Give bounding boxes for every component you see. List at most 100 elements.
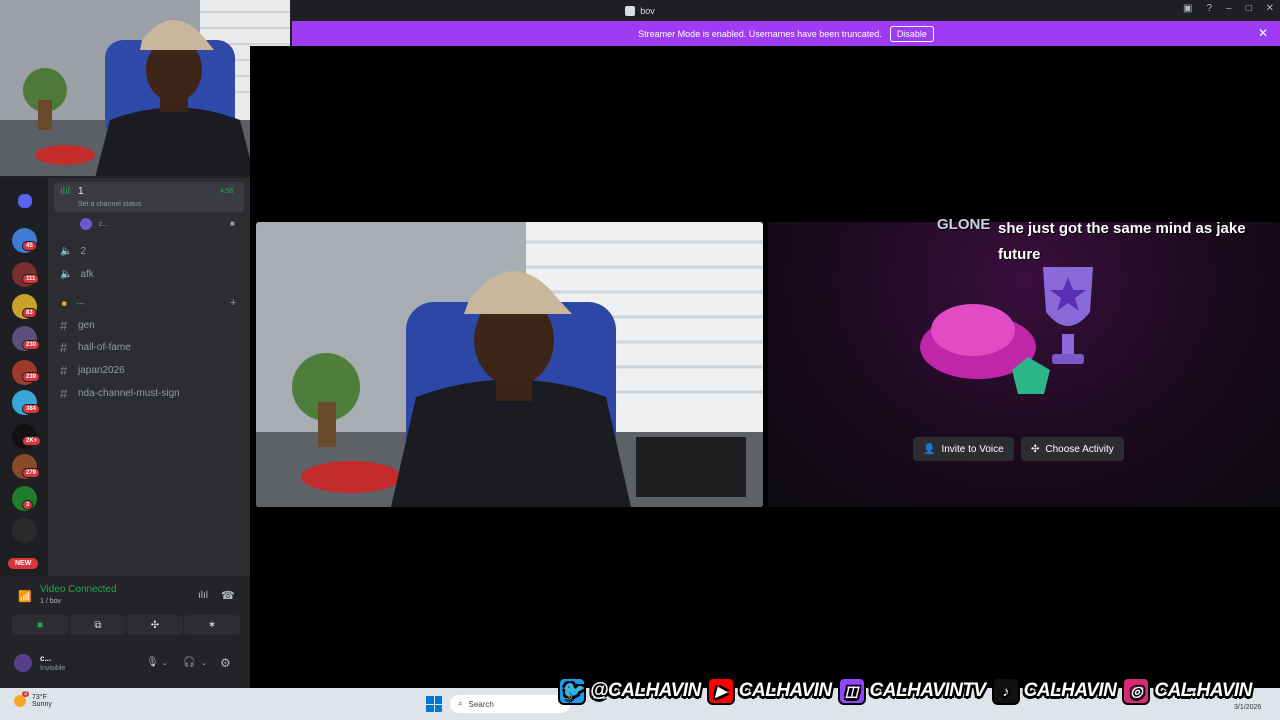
windows-start-icon[interactable] [426,696,442,712]
soundboard-button[interactable]: ✶ [184,615,240,635]
category-label: --- [76,299,85,308]
server-icon[interactable] [12,518,37,543]
social-handle: ▶ CALHAVIN [706,677,832,705]
app-icon [625,5,636,16]
hash-icon: # [60,318,68,333]
server-badge: 230 [22,340,41,350]
invite-to-voice-button[interactable]: 👤 Invite to Voice [913,437,1014,461]
banner-text: Streamer Mode is enabled. Usernames have… [638,28,882,39]
hash-icon: # [60,363,68,378]
help-icon[interactable]: ? [1206,3,1212,14]
signal-icon[interactable]: 📶 [18,590,32,603]
voice-channel-2[interactable]: 🔈 2 [60,246,86,257]
server-badge: 83 [22,308,37,318]
activities-button[interactable]: ✣ [127,615,183,635]
voice-member-name[interactable]: c... [99,221,108,228]
video-feed-scene [256,222,763,507]
user-status: Invisible [40,665,66,672]
video-tile[interactable] [256,222,763,507]
voice-active-icon: ılıl [60,186,70,197]
dm-icon[interactable] [18,194,32,208]
microphone-icon[interactable]: 🎙 [146,657,159,668]
camera-icon: ■ [230,219,235,228]
social-handle-text: CALHAVIN [1023,680,1117,701]
minimize-button[interactable]: – [1226,3,1232,14]
weather-widget[interactable]: 2 73°F Sunny [14,691,52,708]
text-channel[interactable]: # hall-of-fame [60,340,131,355]
channel-name: gen [78,320,95,331]
user-avatar[interactable] [14,654,32,672]
streamer-mode-banner: Streamer Mode is enabled. Usernames have… [292,21,1280,46]
speaker-icon: 🔈 [60,246,73,257]
text-channel[interactable]: # nda-channel-must-sign [60,386,180,401]
chat-message: she just got the same mind as jake futur… [998,220,1246,263]
channel-name: hall-of-fame [78,342,131,353]
weather-badge: 2 [22,691,30,697]
voice-channel-label: 2 [80,246,87,257]
activity-icon: ✣ [1031,443,1040,455]
server-badge: 279 [22,468,41,478]
avatar[interactable] [80,218,92,230]
headphones-icon[interactable]: 🎧 [183,657,195,668]
activities-icon: ✣ [150,619,160,631]
hash-icon: # [60,386,68,401]
category-header[interactable]: ☻ --- [60,299,84,308]
disable-streamer-mode-button[interactable]: Disable [889,25,934,42]
taskbar-search[interactable]: ⌕ Search [450,695,570,713]
screen-share-button[interactable]: ⧉ [70,615,126,635]
chevron-down-icon[interactable]: ⌄ [162,659,168,667]
server-badge: 45 [22,241,37,251]
server-badge: 111 [22,274,40,284]
window-title: bov [640,5,655,16]
twitter-icon: 🐦 [558,677,586,705]
temperature: 73°F [32,694,47,701]
chevron-down-icon[interactable]: ⌄ [201,659,207,667]
youtube-icon: ▶ [706,677,735,705]
server-badge: 2K+ [22,436,42,446]
streamer-mode-icon[interactable]: ▣ [1183,3,1192,14]
maximize-button[interactable]: □ [1246,3,1252,14]
camera-icon: ■ [36,619,44,631]
weather-condition: Sunny [32,701,52,708]
taskbar-date[interactable]: 3/1/2026 [1234,704,1261,711]
social-handle: ♪ CALHAVIN [991,677,1117,705]
speaker-icon: 🔈 [60,269,73,280]
text-channel[interactable]: # gen [60,318,95,333]
channel-list: ılıl 1 4:56 Set a channel status c... ■ … [48,178,250,576]
voice-time: 4:56 [220,188,234,195]
invite-label: Invite to Voice [941,443,1004,455]
chat-username: GLONE [937,216,991,233]
disconnect-icon[interactable]: ☎ [221,589,235,602]
webcam-scene [0,0,290,176]
soundboard-icon: ✶ [207,619,217,631]
banner-close-icon[interactable]: ✕ [1258,26,1268,40]
screen-share-icon: ⧉ [94,619,102,631]
voice-channel-afk[interactable]: 🔈 afk [60,269,94,280]
new-servers-pill[interactable]: NEW [8,558,39,569]
instagram-icon: ◎ [1122,677,1151,705]
social-handle: 🐦 @CALHAVIN [558,677,701,705]
channel-name: nda-channel-must-sign [78,388,180,399]
add-user-icon: 👤 [923,443,936,455]
choose-activity-button[interactable]: ✣ Choose Activity [1021,437,1124,461]
channel-status[interactable]: Set a channel status [78,201,141,208]
tiktok-icon: ♪ [991,677,1020,705]
social-handle: ◫ CALHAVINTV [837,677,986,705]
search-placeholder: Search [468,699,494,709]
camera-toggle-button[interactable]: ■ [12,615,68,635]
noise-suppression-icon[interactable]: ılıl [198,590,208,601]
social-handle-text: CALHAVIN [738,680,832,701]
search-icon: ⌕ [458,699,463,708]
hash-icon: # [60,340,68,355]
voice-status-title[interactable]: Video Connected [40,584,117,595]
add-channel-icon[interactable]: + [230,297,236,309]
voice-status-subtitle[interactable]: 1 / bov [40,598,61,605]
voice-channel-name: 1 [78,186,84,197]
social-handle-text: CAL.HAVIN [1154,680,1252,701]
social-handle-text: @CALHAVIN [590,680,701,701]
social-handles-overlay: 🐦 @CALHAVIN ▶ CALHAVIN ◫ CALHAVINTV ♪ CA… [558,674,1252,708]
text-channel[interactable]: # japan2026 [60,363,125,378]
close-window-button[interactable]: ✕ [1266,3,1274,14]
gear-icon[interactable]: ⚙ [220,656,231,670]
user-name[interactable]: c... [40,654,51,663]
